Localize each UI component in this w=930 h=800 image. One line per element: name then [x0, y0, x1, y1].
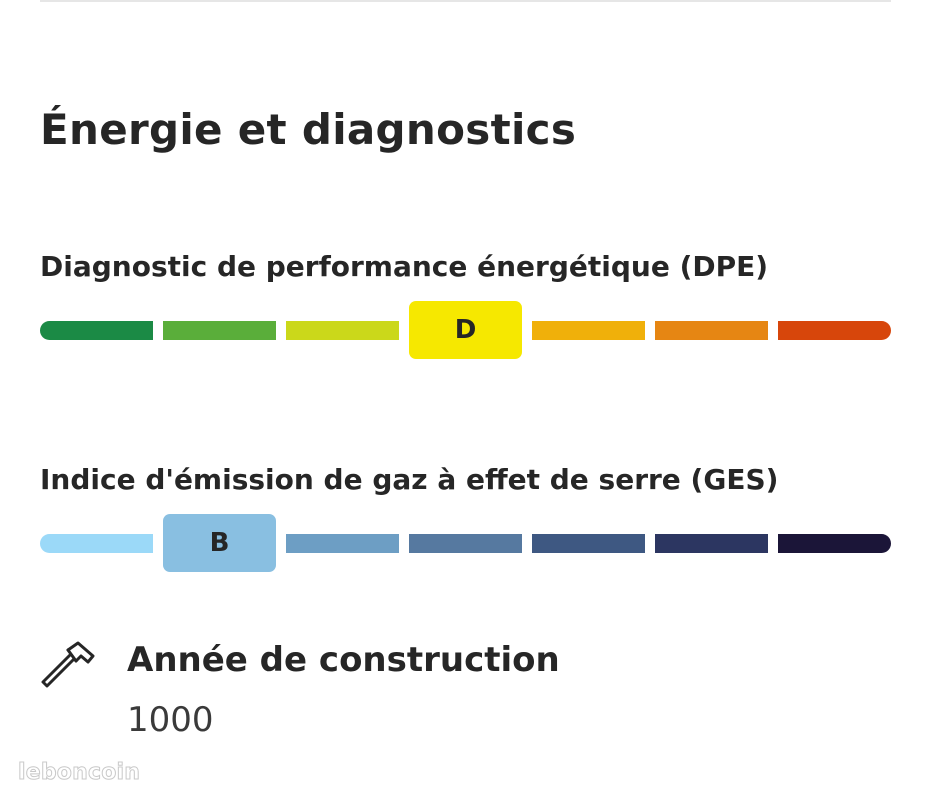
dpe-grade-letter: D — [454, 315, 477, 345]
section-title: Énergie et diagnostics — [40, 105, 577, 154]
hammer-icon — [41, 641, 95, 688]
construction-year-title: Année de construction — [127, 640, 560, 680]
ges-grade-b: B — [163, 514, 276, 572]
dpe-grade-g: G — [778, 321, 891, 340]
ges-grade-letter: B — [209, 528, 230, 558]
dpe-grade-f: F — [655, 321, 768, 340]
ges-grade-e: E — [532, 534, 645, 553]
ges-grade-f: F — [655, 534, 768, 553]
ges-grade-a: A — [40, 534, 153, 553]
ges-grade-c: C — [286, 534, 399, 553]
ges-grade-d: D — [409, 534, 522, 553]
ges-grade-g: G — [778, 534, 891, 553]
dpe-scale: ABC D EFG — [40, 301, 891, 361]
ges-label: Indice d'émission de gaz à effet de serr… — [40, 463, 779, 496]
dpe-grade-c: C — [286, 321, 399, 340]
dpe-grade-b: B — [163, 321, 276, 340]
top-divider — [40, 0, 891, 2]
dpe-grade-a: A — [40, 321, 153, 340]
leboncoin-watermark: leboncoin — [17, 760, 141, 786]
dpe-grade-e: E — [532, 321, 645, 340]
construction-year-value: 1000 — [127, 700, 214, 740]
dpe-label: Diagnostic de performance énergétique (D… — [40, 250, 769, 283]
dpe-grade-d: D — [409, 301, 522, 359]
ges-scale: A B CDEFG — [40, 514, 891, 574]
